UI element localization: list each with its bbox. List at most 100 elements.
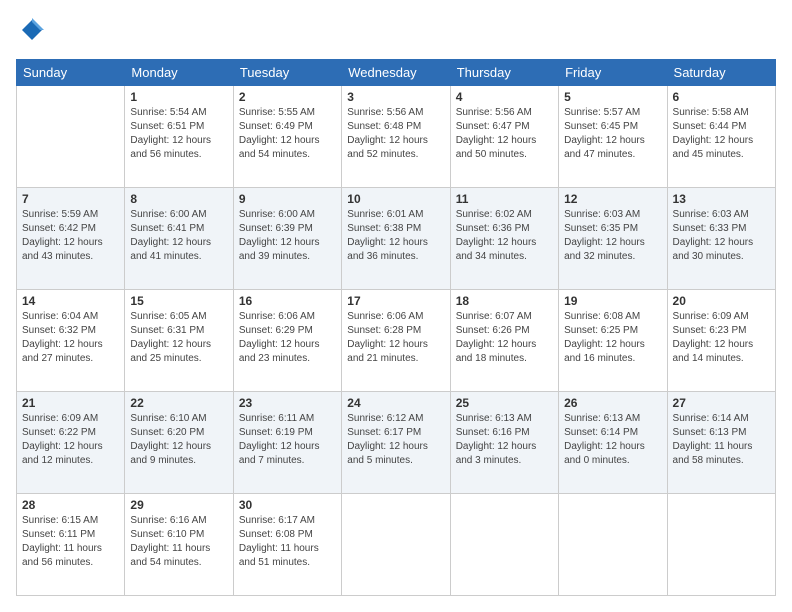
calendar-cell: 24Sunrise: 6:12 AM Sunset: 6:17 PM Dayli… — [342, 391, 450, 493]
cell-info: Sunrise: 6:09 AM Sunset: 6:23 PM Dayligh… — [673, 310, 770, 366]
day-number: 27 — [673, 396, 770, 410]
col-header-wednesday: Wednesday — [342, 59, 450, 85]
calendar-cell: 27 Sunrise: 6:14 AM Sunset: 6:13 PM Dayli… — [667, 391, 775, 493]
day-number: 2 — [239, 90, 336, 104]
calendar-cell: 7 Sunrise: 5:59 AM Sunset: 6:42 PM Daylig… — [17, 187, 125, 289]
calendar-cell: 12 Sunrise: 6:03 AM Sunset: 6:35 PM Dayli… — [559, 187, 667, 289]
calendar-cell: 11 Sunrise: 6:02 AM Sunset: 6:36 PM Dayli… — [450, 187, 558, 289]
calendar-cell: 25 Sunrise: 6:13 AM Sunset: 6:16 PM Dayli… — [450, 391, 558, 493]
day-number: 7 — [22, 192, 119, 206]
cell-info: Sunrise: 5:58 AM Sunset: 6:44 PM Dayligh… — [673, 106, 770, 162]
cell-info: Sunrise: 6:00 AM Sunset: 6:41 PM Dayligh… — [130, 208, 227, 264]
cell-info: Sunrise: 6:10 AM Sunset: 6:20 PM Dayligh… — [130, 412, 227, 468]
cell-info: Sunrise: 6:15 AM Sunset: 6:11 PM Dayligh… — [22, 514, 119, 570]
day-number: 4 — [456, 90, 553, 104]
day-number: 22 — [130, 396, 227, 410]
cell-info: Sunrise: 5:54 AM Sunset: 6:51 PM Dayligh… — [130, 106, 227, 162]
calendar-cell: 28 Sunrise: 6:15 AM Sunset: 6:11 PM Dayli… — [17, 493, 125, 595]
day-number: 29 — [130, 498, 227, 512]
header-row: SundayMondayTuesdayWednesdayThursdayFrid… — [17, 59, 776, 85]
day-number: 8 — [130, 192, 227, 206]
cell-info: Sunrise: 6:03 AM Sunset: 6:35 PM Dayligh… — [564, 208, 661, 264]
week-row-3: 14Sunrise: 6:04 AM Sunset: 6:32 PM Dayli… — [17, 289, 776, 391]
calendar-cell: 3 Sunrise: 5:56 AM Sunset: 6:48 PM Daylig… — [342, 85, 450, 187]
cell-info: Sunrise: 6:14 AM Sunset: 6:13 PM Dayligh… — [673, 412, 770, 468]
day-number: 9 — [239, 192, 336, 206]
calendar-cell: 14Sunrise: 6:04 AM Sunset: 6:32 PM Dayli… — [17, 289, 125, 391]
calendar-cell: 10 Sunrise: 6:01 AM Sunset: 6:38 PM Dayli… — [342, 187, 450, 289]
day-number: 20 — [673, 294, 770, 308]
col-header-monday: Monday — [125, 59, 233, 85]
day-number: 21 — [22, 396, 119, 410]
day-number: 15 — [130, 294, 227, 308]
cell-info: Sunrise: 5:56 AM Sunset: 6:47 PM Dayligh… — [456, 106, 553, 162]
header — [16, 16, 776, 49]
day-number: 16 — [239, 294, 336, 308]
calendar-cell: 23Sunrise: 6:11 AM Sunset: 6:19 PM Dayli… — [233, 391, 341, 493]
col-header-sunday: Sunday — [17, 59, 125, 85]
cell-info: Sunrise: 6:04 AM Sunset: 6:32 PM Dayligh… — [22, 310, 119, 366]
col-header-saturday: Saturday — [667, 59, 775, 85]
day-number: 5 — [564, 90, 661, 104]
cell-info: Sunrise: 6:00 AM Sunset: 6:39 PM Dayligh… — [239, 208, 336, 264]
day-number: 11 — [456, 192, 553, 206]
day-number: 25 — [456, 396, 553, 410]
cell-info: Sunrise: 6:02 AM Sunset: 6:36 PM Dayligh… — [456, 208, 553, 264]
page: SundayMondayTuesdayWednesdayThursdayFrid… — [0, 0, 792, 612]
cell-info: Sunrise: 6:07 AM Sunset: 6:26 PM Dayligh… — [456, 310, 553, 366]
day-number: 10 — [347, 192, 444, 206]
cell-info: Sunrise: 6:09 AM Sunset: 6:22 PM Dayligh… — [22, 412, 119, 468]
cell-info: Sunrise: 6:01 AM Sunset: 6:38 PM Dayligh… — [347, 208, 444, 264]
calendar-cell: 16 Sunrise: 6:06 AM Sunset: 6:29 PM Dayli… — [233, 289, 341, 391]
calendar-cell: 13 Sunrise: 6:03 AM Sunset: 6:33 PM Dayli… — [667, 187, 775, 289]
week-row-4: 21 Sunrise: 6:09 AM Sunset: 6:22 PM Dayli… — [17, 391, 776, 493]
cell-info: Sunrise: 6:06 AM Sunset: 6:29 PM Dayligh… — [239, 310, 336, 366]
cell-info: Sunrise: 6:16 AM Sunset: 6:10 PM Dayligh… — [130, 514, 227, 570]
calendar-cell: 29 Sunrise: 6:16 AM Sunset: 6:10 PM Dayli… — [125, 493, 233, 595]
cell-info: Sunrise: 6:17 AM Sunset: 6:08 PM Dayligh… — [239, 514, 336, 570]
day-number: 12 — [564, 192, 661, 206]
calendar-cell: 5 Sunrise: 5:57 AM Sunset: 6:45 PM Daylig… — [559, 85, 667, 187]
day-number: 13 — [673, 192, 770, 206]
cell-info: Sunrise: 6:06 AM Sunset: 6:28 PM Dayligh… — [347, 310, 444, 366]
col-header-tuesday: Tuesday — [233, 59, 341, 85]
logo — [16, 16, 46, 49]
week-row-2: 7 Sunrise: 5:59 AM Sunset: 6:42 PM Daylig… — [17, 187, 776, 289]
day-number: 18 — [456, 294, 553, 308]
calendar-table: SundayMondayTuesdayWednesdayThursdayFrid… — [16, 59, 776, 596]
cell-info: Sunrise: 6:13 AM Sunset: 6:16 PM Dayligh… — [456, 412, 553, 468]
cell-info: Sunrise: 5:55 AM Sunset: 6:49 PM Dayligh… — [239, 106, 336, 162]
calendar-cell: 26Sunrise: 6:13 AM Sunset: 6:14 PM Dayli… — [559, 391, 667, 493]
calendar-cell: 15 Sunrise: 6:05 AM Sunset: 6:31 PM Dayli… — [125, 289, 233, 391]
calendar-cell: 22 Sunrise: 6:10 AM Sunset: 6:20 PM Dayli… — [125, 391, 233, 493]
calendar-cell — [450, 493, 558, 595]
calendar-cell: 19Sunrise: 6:08 AM Sunset: 6:25 PM Dayli… — [559, 289, 667, 391]
cell-info: Sunrise: 6:03 AM Sunset: 6:33 PM Dayligh… — [673, 208, 770, 264]
calendar-cell: 9 Sunrise: 6:00 AM Sunset: 6:39 PM Daylig… — [233, 187, 341, 289]
cell-info: Sunrise: 6:05 AM Sunset: 6:31 PM Dayligh… — [130, 310, 227, 366]
calendar-cell: 2 Sunrise: 5:55 AM Sunset: 6:49 PM Daylig… — [233, 85, 341, 187]
col-header-friday: Friday — [559, 59, 667, 85]
cell-info: Sunrise: 6:13 AM Sunset: 6:14 PM Dayligh… — [564, 412, 661, 468]
calendar-cell: 6 Sunrise: 5:58 AM Sunset: 6:44 PM Daylig… — [667, 85, 775, 187]
calendar-cell: 21 Sunrise: 6:09 AM Sunset: 6:22 PM Dayli… — [17, 391, 125, 493]
cell-info: Sunrise: 5:56 AM Sunset: 6:48 PM Dayligh… — [347, 106, 444, 162]
logo-icon — [18, 16, 46, 44]
day-number: 6 — [673, 90, 770, 104]
cell-info: Sunrise: 5:57 AM Sunset: 6:45 PM Dayligh… — [564, 106, 661, 162]
week-row-5: 28 Sunrise: 6:15 AM Sunset: 6:11 PM Dayli… — [17, 493, 776, 595]
cell-info: Sunrise: 6:08 AM Sunset: 6:25 PM Dayligh… — [564, 310, 661, 366]
day-number: 28 — [22, 498, 119, 512]
day-number: 1 — [130, 90, 227, 104]
cell-info: Sunrise: 6:11 AM Sunset: 6:19 PM Dayligh… — [239, 412, 336, 468]
week-row-1: 1 Sunrise: 5:54 AM Sunset: 6:51 PM Daylig… — [17, 85, 776, 187]
calendar-cell: 1 Sunrise: 5:54 AM Sunset: 6:51 PM Daylig… — [125, 85, 233, 187]
day-number: 3 — [347, 90, 444, 104]
cell-info: Sunrise: 5:59 AM Sunset: 6:42 PM Dayligh… — [22, 208, 119, 264]
calendar-cell — [17, 85, 125, 187]
day-number: 17 — [347, 294, 444, 308]
calendar-cell — [559, 493, 667, 595]
calendar-cell: 20 Sunrise: 6:09 AM Sunset: 6:23 PM Dayli… — [667, 289, 775, 391]
col-header-thursday: Thursday — [450, 59, 558, 85]
calendar-cell: 8 Sunrise: 6:00 AM Sunset: 6:41 PM Daylig… — [125, 187, 233, 289]
